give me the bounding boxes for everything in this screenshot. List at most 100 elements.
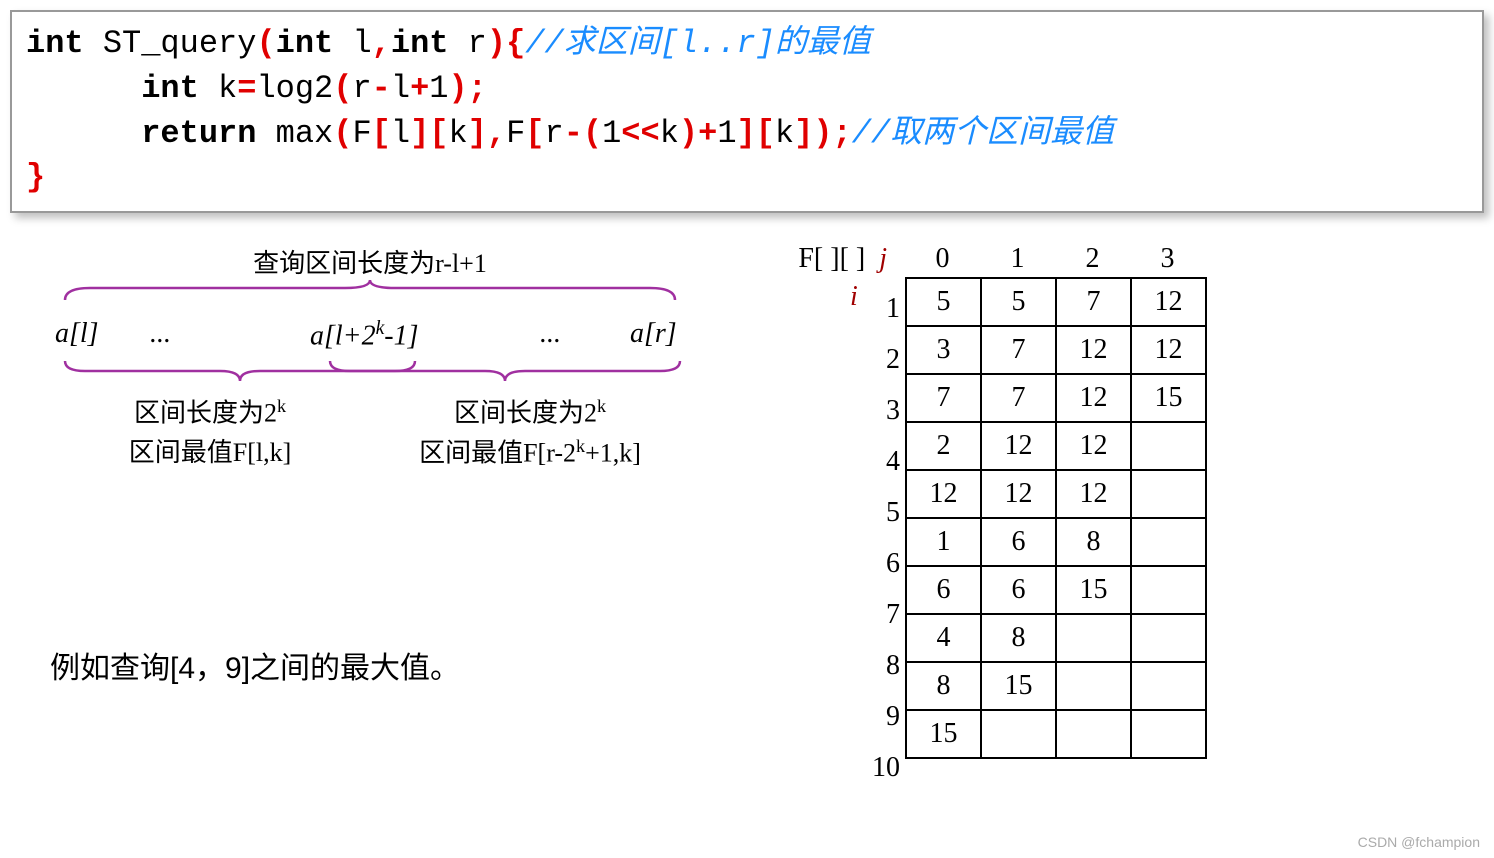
table-cell: [1056, 614, 1131, 662]
t: 区间最值F[r-2: [419, 439, 576, 468]
j-label: j: [879, 243, 897, 274]
expr: r: [352, 70, 371, 107]
expr: k: [660, 115, 679, 152]
expr: 1: [602, 115, 621, 152]
sup: k: [597, 396, 606, 416]
expr: F: [352, 115, 371, 152]
t: +1,k]: [585, 439, 641, 468]
expr: k: [775, 115, 794, 152]
table-row: 55712: [906, 278, 1206, 326]
table-cell: [1131, 662, 1206, 710]
table-cell: 15: [906, 710, 981, 758]
table-cell: 5: [981, 278, 1056, 326]
mid-b: -1]: [384, 321, 418, 352]
table-cell: 7: [906, 374, 981, 422]
expr: l: [391, 115, 410, 152]
table-cell: [1131, 614, 1206, 662]
brace-top-icon: [60, 278, 680, 303]
row-header: 2: [860, 334, 900, 385]
row-header: 9: [860, 691, 900, 742]
arg: l: [333, 25, 371, 62]
table-cell: 2: [906, 422, 981, 470]
table-cell: [1056, 710, 1131, 758]
mid-sup: k: [376, 318, 385, 339]
expr: k: [199, 70, 237, 107]
comment: //求区间[l..r]的最值: [525, 25, 871, 62]
table-cell: [1131, 518, 1206, 566]
table-cell: 12: [1131, 326, 1206, 374]
semi: ;: [833, 115, 852, 152]
arg: r: [448, 25, 486, 62]
expr: l: [391, 70, 410, 107]
table-cell: 12: [906, 470, 981, 518]
mid-a: a[l+2: [310, 321, 376, 352]
bracket: [: [525, 115, 544, 152]
code-block: int ST_query(int l,int r){//求区间[l..r]的最值…: [10, 10, 1484, 213]
row-header: 10: [860, 742, 900, 793]
table-cell: 12: [1131, 278, 1206, 326]
axis-ar: a[r]: [630, 318, 677, 350]
sparse-table: F[ ][ ] j 0123 i 12345678910 55712371212…: [790, 243, 1380, 759]
table-cell: 4: [906, 614, 981, 662]
col-header: 2: [1055, 243, 1130, 275]
table-cell: 8: [1056, 518, 1131, 566]
op: =: [237, 70, 256, 107]
table-cell: [1131, 422, 1206, 470]
table-row: 168: [906, 518, 1206, 566]
table-row: 771215: [906, 374, 1206, 422]
top-label-text: 查询区间长度为r-l+1: [253, 249, 487, 278]
table-cell: 7: [981, 326, 1056, 374]
axis-al: a[l]: [55, 318, 99, 350]
table-cell: 12: [1056, 422, 1131, 470]
table-row: 15: [906, 710, 1206, 758]
col-header: 3: [1130, 243, 1205, 275]
table-cell: 6: [981, 566, 1056, 614]
table-cell: [1131, 710, 1206, 758]
expr: 1: [429, 70, 448, 107]
t: 区间最值F[l,k]: [60, 433, 360, 472]
bracket: ][: [410, 115, 448, 152]
col-header: 1: [980, 243, 1055, 275]
example-text: 例如查询[4，9]之间的最大值。: [50, 643, 730, 687]
table-row: 371212: [906, 326, 1206, 374]
row-header: 7: [860, 589, 900, 640]
row-headers: 12345678910: [860, 283, 900, 793]
kw-int: int: [276, 25, 334, 62]
table-cell: [1131, 470, 1206, 518]
kw-return: return: [141, 115, 256, 152]
table-header-row: F[ ][ ] j 0123: [790, 243, 1380, 275]
paren: ): [448, 70, 467, 107]
table-cell: 8: [906, 662, 981, 710]
table-cell: 6: [981, 518, 1056, 566]
op: <<: [621, 115, 659, 152]
bracket: ],: [468, 115, 506, 152]
paren: (: [256, 25, 275, 62]
paren: ): [487, 25, 506, 62]
table-cell: [1056, 662, 1131, 710]
fn-name: ST_query: [84, 25, 257, 62]
row-header: 6: [860, 538, 900, 589]
t: 区间长度为2: [454, 399, 597, 428]
expr: log2: [256, 70, 333, 107]
table-cell: 1: [906, 518, 981, 566]
table-cell: 15: [981, 662, 1056, 710]
table-cell: 7: [981, 374, 1056, 422]
row-header: 3: [860, 385, 900, 436]
sub-labels: 区间长度为2k 区间最值F[l,k] 区间长度为2k 区间最值F[r-2k+1,…: [50, 393, 710, 472]
semi: ;: [468, 70, 487, 107]
table-cell: 12: [981, 470, 1056, 518]
table-cell: 6: [906, 566, 981, 614]
col-header: 0: [905, 243, 980, 275]
sub-col-left: 区间长度为2k 区间最值F[l,k]: [60, 393, 360, 472]
op: +: [410, 70, 429, 107]
expr: r: [544, 115, 563, 152]
comma: ,: [372, 25, 391, 62]
brace-bottom-right-icon: [325, 358, 685, 383]
axis-dots: ...: [540, 318, 561, 350]
table-cell: 12: [1056, 470, 1131, 518]
table-row: 815: [906, 662, 1206, 710]
watermark: CSDN @fchampion: [1358, 834, 1480, 850]
bracket: [: [372, 115, 391, 152]
table-row: 121212: [906, 470, 1206, 518]
bracket: ]): [794, 115, 832, 152]
